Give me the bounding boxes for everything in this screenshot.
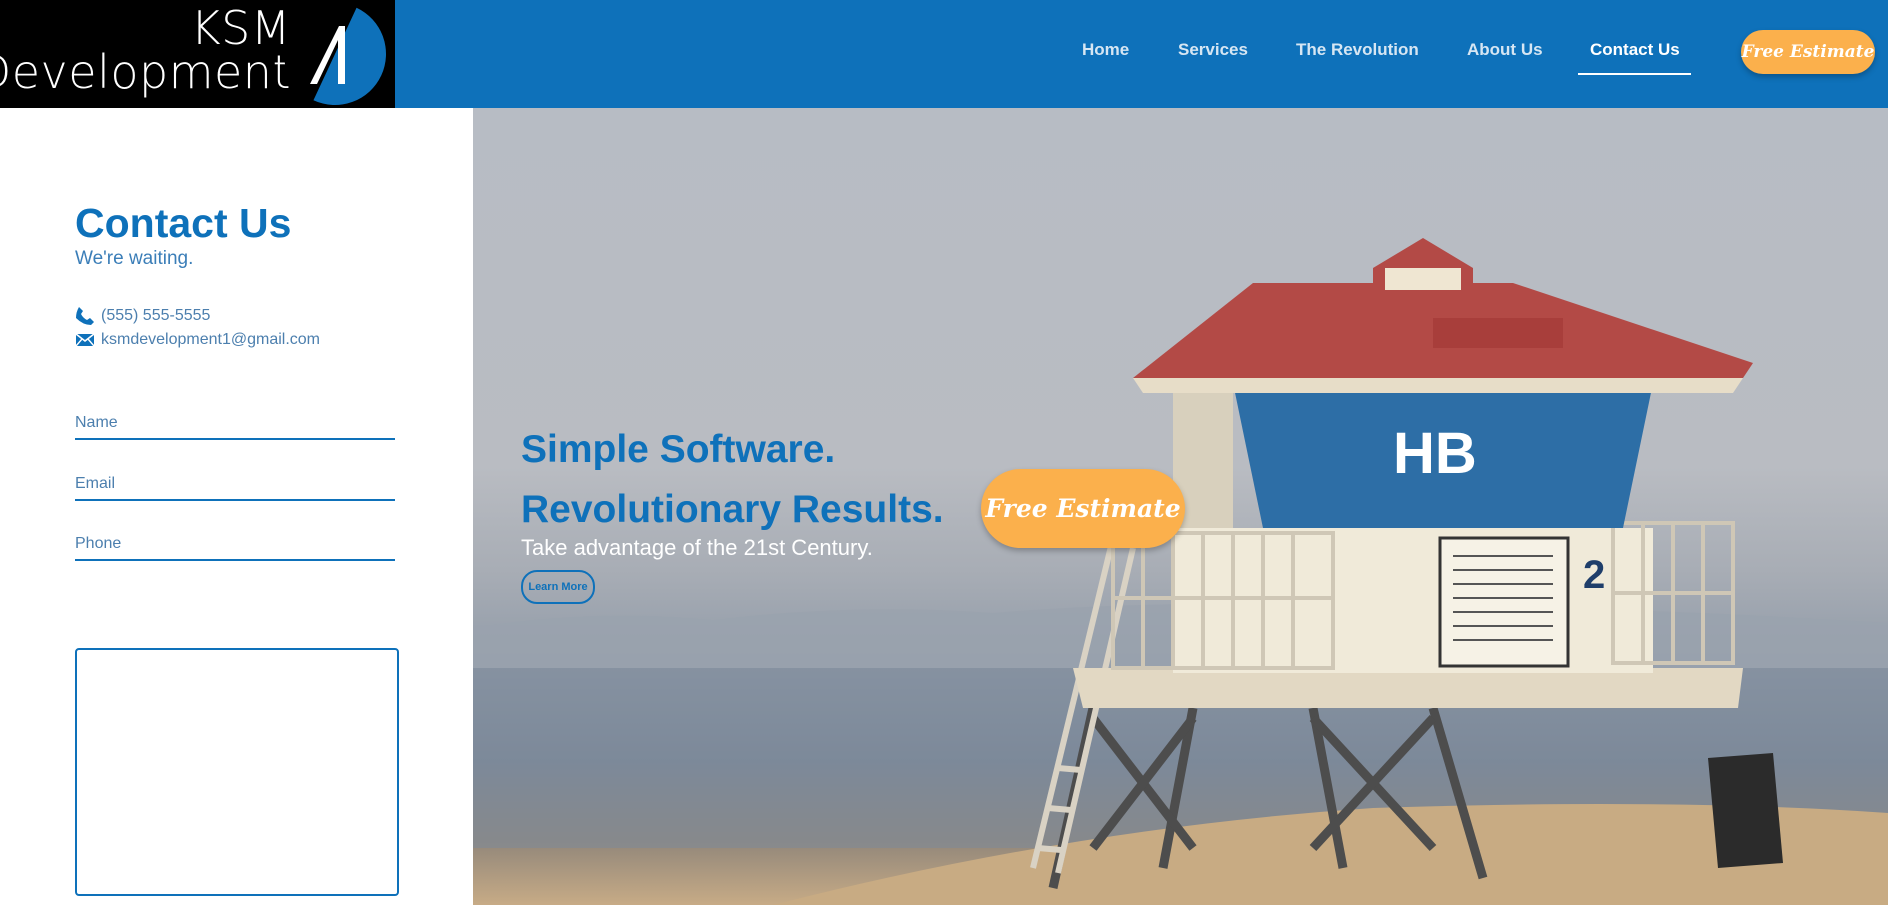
hero-subtitle: Take advantage of the 21st Century. bbox=[521, 535, 873, 560]
email-info[interactable]: ksmdevelopment1@gmail.com bbox=[75, 330, 320, 350]
phone-field[interactable] bbox=[75, 529, 395, 561]
site-header: KSM Development Home Services The Revolu… bbox=[0, 0, 1888, 108]
tower-number: 2 bbox=[1583, 553, 1605, 597]
nav-item-home[interactable]: Home bbox=[1082, 40, 1129, 60]
contact-subtitle: We're waiting. bbox=[75, 248, 194, 269]
phone-icon bbox=[76, 307, 94, 325]
nav-item-the-revolution[interactable]: The Revolution bbox=[1296, 40, 1419, 60]
hero-title-line1: Simple Software. bbox=[521, 428, 836, 471]
hero-title: Simple Software. Revolutionary Results. bbox=[521, 420, 944, 540]
email-field[interactable] bbox=[75, 469, 395, 501]
header-free-estimate-button[interactable]: Free Estimate bbox=[1741, 30, 1875, 74]
learn-more-button[interactable]: Learn More bbox=[521, 570, 595, 604]
tower-banner-logo: HB bbox=[1393, 421, 1477, 486]
mail-icon bbox=[75, 333, 95, 347]
hero-title-line2: Revolutionary Results. bbox=[521, 488, 944, 531]
contact-title: Contact Us bbox=[75, 200, 292, 246]
contact-panel: Contact Us We're waiting. (555) 555-5555… bbox=[0, 108, 473, 905]
main-nav: Home Services The Revolution About Us Co… bbox=[0, 0, 1888, 108]
nav-item-about-us[interactable]: About Us bbox=[1467, 40, 1543, 60]
message-textarea[interactable] bbox=[75, 648, 399, 896]
nav-item-contact-us[interactable]: Contact Us bbox=[1590, 40, 1680, 60]
email-address: ksmdevelopment1@gmail.com bbox=[101, 331, 320, 349]
active-nav-underline bbox=[1578, 73, 1691, 75]
name-field[interactable] bbox=[75, 408, 395, 440]
phone-number: (555) 555-5555 bbox=[101, 307, 211, 325]
nav-item-services[interactable]: Services bbox=[1178, 40, 1248, 60]
phone-info[interactable]: (555) 555-5555 bbox=[75, 306, 210, 326]
hero-free-estimate-button[interactable]: Free Estimate bbox=[981, 469, 1185, 548]
